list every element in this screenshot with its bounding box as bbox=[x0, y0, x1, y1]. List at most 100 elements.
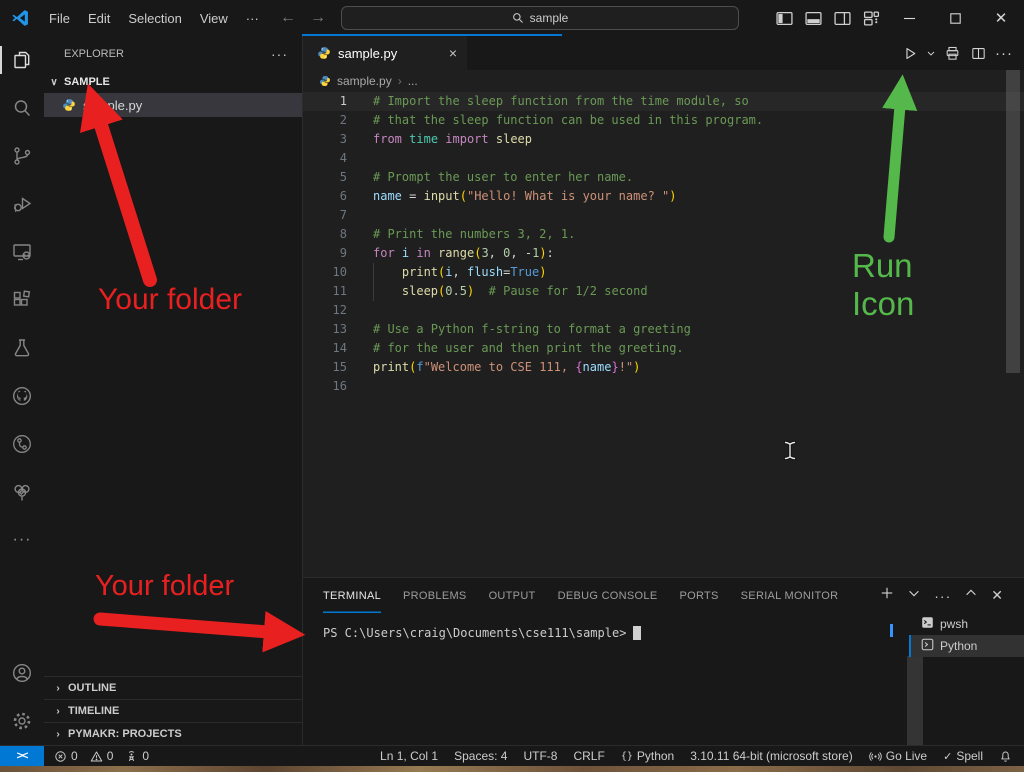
code-line[interactable]: 15print(f"Welcome to CSE 111, {name}!") bbox=[303, 358, 1024, 377]
panel-tab-output[interactable]: OUTPUT bbox=[489, 578, 536, 613]
menu-item-file[interactable]: File bbox=[40, 7, 79, 30]
status-item-go-live[interactable]: Go Live bbox=[869, 749, 927, 763]
print-icon[interactable] bbox=[941, 41, 963, 65]
code-line-text: from time import sleep bbox=[347, 130, 532, 149]
panel-tab-serial-monitor[interactable]: SERIAL MONITOR bbox=[741, 578, 839, 613]
code-line[interactable]: 3from time import sleep bbox=[303, 130, 1024, 149]
status-item-ln-1-col-1[interactable]: Ln 1, Col 1 bbox=[380, 749, 438, 763]
remote-explorer-icon[interactable] bbox=[0, 228, 44, 276]
status-item-3-10-11-64-bit-microsoft-store-[interactable]: 3.10.11 64-bit (microsoft store) bbox=[690, 749, 853, 763]
close-panel-icon[interactable]: ✕ bbox=[991, 587, 1003, 604]
code-line[interactable]: 12 bbox=[303, 301, 1024, 320]
command-center-search[interactable]: sample bbox=[341, 6, 739, 30]
terminal-prompt: PS C:\Users\craig\Documents\cse111\sampl… bbox=[323, 626, 626, 640]
main-area: ··· EXPLORER ··· ∨ SAMPLE sample.py ›OUT… bbox=[0, 36, 1024, 745]
status-item-python[interactable]: {} Python bbox=[621, 749, 674, 763]
settings-gear-icon[interactable] bbox=[0, 697, 44, 745]
customize-layout-icon[interactable] bbox=[857, 0, 886, 36]
breadcrumb-symbol[interactable]: ... bbox=[408, 74, 418, 88]
activity-bar-spacer bbox=[0, 564, 44, 649]
explorer-more-actions-icon[interactable]: ··· bbox=[271, 46, 288, 62]
forward-arrow-icon[interactable]: → bbox=[310, 9, 326, 27]
panel-tab-problems[interactable]: PROBLEMS bbox=[403, 578, 467, 613]
remote-indicator[interactable]: >< bbox=[0, 746, 44, 766]
menu-item-view[interactable]: View bbox=[191, 7, 237, 30]
terminal-session-label: pwsh bbox=[940, 617, 968, 631]
menu-more-icon[interactable]: ··· bbox=[237, 7, 268, 30]
extensions-icon[interactable] bbox=[0, 276, 44, 324]
warning-icon bbox=[90, 750, 103, 763]
back-arrow-icon[interactable]: ← bbox=[280, 9, 296, 27]
accounts-icon[interactable] bbox=[0, 649, 44, 697]
toggle-secondary-sidebar-icon[interactable] bbox=[828, 0, 857, 36]
breadcrumb-separator: › bbox=[398, 74, 402, 88]
github-icon[interactable] bbox=[0, 372, 44, 420]
code-line[interactable]: 1# Import the sleep function from the ti… bbox=[303, 92, 1024, 111]
search-sidebar-icon[interactable] bbox=[0, 84, 44, 132]
code-line[interactable]: 6name = input("Hello! What is your name?… bbox=[303, 187, 1024, 206]
status-item-0[interactable]: 0 bbox=[54, 749, 78, 763]
code-line[interactable]: 13# Use a Python f-string to format a gr… bbox=[303, 320, 1024, 339]
code-line[interactable]: 11 sleep(0.5) # Pause for 1/2 second bbox=[303, 282, 1024, 301]
code-line[interactable]: 16 bbox=[303, 377, 1024, 396]
status-item-0[interactable]: 0 bbox=[125, 749, 149, 763]
maximize-panel-icon[interactable] bbox=[964, 586, 978, 605]
menu-item-edit[interactable]: Edit bbox=[79, 7, 119, 30]
source-control-icon[interactable] bbox=[0, 132, 44, 180]
new-terminal-icon[interactable] bbox=[880, 586, 894, 605]
close-window-button[interactable]: ✕ bbox=[978, 0, 1024, 36]
terminal-dropdown-chevron-icon[interactable] bbox=[907, 586, 921, 605]
code-line[interactable]: 14# for the user and then print the gree… bbox=[303, 339, 1024, 358]
code-line[interactable]: 10 print(i, flush=True) bbox=[303, 263, 1024, 282]
code-line-text: name = input("Hello! What is your name? … bbox=[347, 187, 677, 206]
status-item-0[interactable]: 0 bbox=[90, 749, 114, 763]
tab-sample-py[interactable]: sample.py × bbox=[303, 36, 467, 70]
editor-more-actions-icon[interactable]: ··· bbox=[993, 41, 1015, 65]
panel-tab-debug-console[interactable]: DEBUG CONSOLE bbox=[558, 578, 658, 613]
explorer-icon[interactable] bbox=[0, 36, 44, 84]
code-line[interactable]: 8# Print the numbers 3, 2, 1. bbox=[303, 225, 1024, 244]
terminal-session-python[interactable]: Python bbox=[909, 635, 1024, 657]
toggle-panel-icon[interactable] bbox=[799, 0, 828, 36]
code-line[interactable]: 7 bbox=[303, 206, 1024, 225]
run-python-file-icon[interactable] bbox=[899, 41, 921, 65]
git-graph-icon[interactable] bbox=[0, 420, 44, 468]
code-line[interactable]: 2# that the sleep function can be used i… bbox=[303, 111, 1024, 130]
split-editor-icon[interactable] bbox=[967, 41, 989, 65]
braces-icon: {} bbox=[621, 751, 633, 762]
code-line[interactable]: 4 bbox=[303, 149, 1024, 168]
testing-icon[interactable] bbox=[0, 324, 44, 372]
breadcrumb: sample.py › ... bbox=[303, 70, 1024, 92]
sidebar-section-timeline[interactable]: ›TIMELINE bbox=[44, 699, 302, 722]
code-line[interactable]: 5# Prompt the user to enter her name. bbox=[303, 168, 1024, 187]
run-and-debug-icon[interactable] bbox=[0, 180, 44, 228]
status-item-bell[interactable] bbox=[999, 750, 1012, 763]
run-dropdown-chevron-icon[interactable] bbox=[925, 41, 937, 65]
status-item-utf-8[interactable]: UTF-8 bbox=[523, 749, 557, 763]
panel-tab-terminal[interactable]: TERMINAL bbox=[323, 578, 381, 613]
menu-item-selection[interactable]: Selection bbox=[119, 7, 190, 30]
minimize-button[interactable] bbox=[886, 0, 932, 36]
status-item-crlf[interactable]: CRLF bbox=[573, 749, 604, 763]
terminal-session-pwsh[interactable]: pwsh bbox=[909, 613, 1024, 635]
code-editor[interactable]: 1# Import the sleep function from the ti… bbox=[303, 92, 1024, 577]
editor-scrollbar[interactable] bbox=[1006, 70, 1020, 373]
sidebar-section-pymakr-projects[interactable]: ›PYMAKR: PROJECTS bbox=[44, 722, 302, 745]
additional-views-icon[interactable]: ··· bbox=[0, 516, 44, 564]
maximize-button[interactable] bbox=[932, 0, 978, 36]
project-tree-icon[interactable] bbox=[0, 468, 44, 516]
status-item-spell[interactable]: ✓Spell bbox=[943, 749, 983, 763]
status-item-spaces-4[interactable]: Spaces: 4 bbox=[454, 749, 507, 763]
panel-more-actions-icon[interactable]: ··· bbox=[934, 588, 951, 604]
panel-tab-ports[interactable]: PORTS bbox=[679, 578, 718, 613]
tab-close-icon[interactable]: × bbox=[449, 45, 457, 61]
status-item-label: UTF-8 bbox=[523, 749, 557, 763]
sidebar-section-outline[interactable]: ›OUTLINE bbox=[44, 676, 302, 699]
terminal-content[interactable]: PS C:\Users\craig\Documents\cse111\sampl… bbox=[323, 626, 641, 640]
status-item-label: Python bbox=[637, 749, 674, 763]
breadcrumb-file[interactable]: sample.py bbox=[337, 74, 392, 88]
file-item-sample-py[interactable]: sample.py bbox=[44, 93, 302, 117]
workspace-section-header[interactable]: ∨ SAMPLE bbox=[44, 71, 302, 93]
code-line[interactable]: 9for i in range(3, 0, -1): bbox=[303, 244, 1024, 263]
toggle-sidebar-icon[interactable] bbox=[770, 0, 799, 36]
